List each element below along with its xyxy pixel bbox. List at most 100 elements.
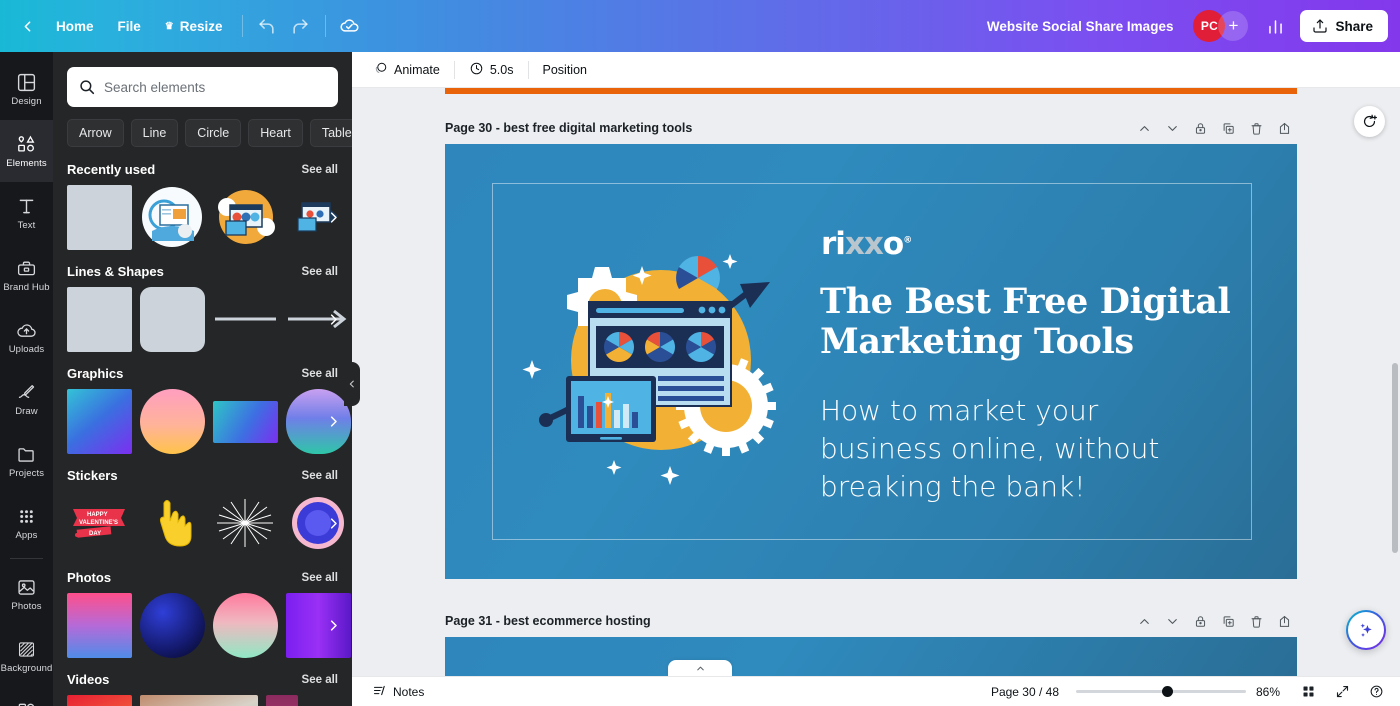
sidebar-item-projects[interactable]: Projects: [0, 430, 53, 492]
element-thumbnail[interactable]: [213, 185, 278, 250]
zoom-slider[interactable]: [1076, 685, 1246, 699]
sidebar-item-background[interactable]: Background: [0, 625, 53, 687]
see-all-link[interactable]: See all: [302, 164, 338, 176]
sidebar-item-text[interactable]: Text: [0, 182, 53, 244]
share-button[interactable]: Share: [1300, 10, 1388, 42]
delete-page-button[interactable]: [1243, 115, 1269, 141]
bottom-bar-right-group: Page 30 / 48 86%: [984, 680, 1388, 704]
cloud-saved-icon[interactable]: [333, 9, 367, 43]
panel-collapse-handle[interactable]: [344, 362, 360, 406]
move-page-up-button[interactable]: [1131, 115, 1157, 141]
scroll-right-arrow[interactable]: [322, 513, 344, 535]
see-all-link[interactable]: See all: [302, 572, 338, 584]
lock-page-button[interactable]: [1187, 115, 1213, 141]
fullscreen-button[interactable]: [1330, 680, 1354, 704]
graphic-thumbnail[interactable]: [213, 401, 278, 443]
canvas-scroll-area[interactable]: Page 30 - best free digital marketing to…: [352, 88, 1400, 676]
move-page-down-button[interactable]: [1159, 608, 1185, 634]
add-collaborator-button[interactable]: +: [1218, 11, 1248, 41]
home-button[interactable]: Home: [44, 12, 106, 41]
page-actions-30: [1131, 115, 1297, 141]
duplicate-page-button[interactable]: [1215, 115, 1241, 141]
rixxo-logo[interactable]: rixxo®: [821, 226, 911, 262]
see-all-link[interactable]: See all: [302, 368, 338, 380]
file-menu-button[interactable]: File: [106, 12, 153, 41]
element-thumbnail[interactable]: [140, 185, 205, 250]
scroll-right-arrow[interactable]: [322, 615, 344, 637]
regenerate-button[interactable]: [1354, 106, 1385, 137]
page-canvas-30[interactable]: rixxo® The Best Free Digital Marketing T…: [445, 144, 1297, 579]
insights-icon[interactable]: [1258, 9, 1292, 43]
chip-circle-category[interactable]: Circle: [185, 119, 241, 147]
chip-line-category[interactable]: Line: [131, 119, 179, 147]
sidebar-item-uploads[interactable]: Uploads: [0, 306, 53, 368]
slide-heading[interactable]: The Best Free Digital Marketing Tools: [820, 282, 1240, 362]
chip-table-category[interactable]: Table: [310, 119, 352, 147]
zoom-knob[interactable]: [1162, 686, 1173, 697]
grid-view-button[interactable]: [1296, 680, 1320, 704]
sidebar-item-label: Elements: [6, 159, 46, 169]
timeline-expand-handle[interactable]: [668, 660, 732, 676]
sidebar-item-photos[interactable]: Photos: [0, 563, 53, 625]
document-title[interactable]: Website Social Share Images: [975, 13, 1186, 40]
lock-page-button[interactable]: [1187, 608, 1213, 634]
scroll-right-arrow[interactable]: [322, 411, 344, 433]
graphic-thumbnail[interactable]: [67, 389, 132, 454]
magic-studio-button[interactable]: [1346, 610, 1386, 650]
sticker-sparkle-burst[interactable]: [213, 491, 278, 556]
add-page-button[interactable]: [1271, 115, 1297, 141]
photo-thumbnail[interactable]: [140, 593, 205, 658]
sidebar-item-elements[interactable]: Elements: [0, 120, 53, 182]
sticker-valentines-banner[interactable]: HAPPY VALENTINE'S DAY: [67, 491, 132, 556]
duplicate-page-button[interactable]: [1215, 608, 1241, 634]
page-canvas-31[interactable]: [445, 637, 1297, 676]
scroll-right-arrow[interactable]: [322, 207, 344, 229]
slide-subheading[interactable]: How to market your business online, with…: [820, 392, 1220, 506]
redo-button[interactable]: [284, 9, 318, 43]
element-thumbnail[interactable]: [67, 185, 132, 250]
help-button[interactable]: [1364, 680, 1388, 704]
video-thumbnail[interactable]: [266, 695, 298, 706]
page-title[interactable]: Page 31 - best ecommerce hosting: [445, 614, 651, 628]
animate-button[interactable]: Animate: [364, 55, 449, 85]
chip-heart-category[interactable]: Heart: [248, 119, 303, 147]
marketing-illustration[interactable]: [518, 238, 808, 488]
shape-line[interactable]: [213, 287, 278, 352]
scrollbar-thumb[interactable]: [1392, 363, 1398, 553]
back-button[interactable]: [10, 9, 44, 43]
video-thumbnail[interactable]: [140, 695, 258, 706]
sidebar-item-brand-hub[interactable]: Brand Hub: [0, 244, 53, 306]
video-thumbnail[interactable]: [67, 695, 132, 706]
shape-square[interactable]: [67, 287, 132, 352]
animate-label: Animate: [394, 63, 440, 77]
undo-button[interactable]: [250, 9, 284, 43]
see-all-link[interactable]: See all: [302, 470, 338, 482]
zoom-percent[interactable]: 86%: [1256, 685, 1286, 699]
see-all-link[interactable]: See all: [302, 266, 338, 278]
page-title[interactable]: Page 30 - best free digital marketing to…: [445, 121, 692, 135]
sidebar-item-apps[interactable]: Apps: [0, 492, 53, 554]
scroll-right-arrow[interactable]: [322, 309, 344, 331]
position-button[interactable]: Position: [534, 57, 596, 83]
photo-thumbnail[interactable]: [213, 593, 278, 658]
chip-arrow-category[interactable]: Arrow: [67, 119, 124, 147]
move-page-up-button[interactable]: [1131, 608, 1157, 634]
shape-rounded-square[interactable]: [140, 287, 205, 352]
sidebar-item-draw[interactable]: Draw: [0, 368, 53, 430]
resize-button[interactable]: ♛ Resize: [153, 12, 235, 41]
move-page-down-button[interactable]: [1159, 115, 1185, 141]
sidebar-item-design[interactable]: Design: [0, 58, 53, 120]
subheading-line-1: How to market your: [820, 392, 1220, 430]
see-all-link[interactable]: See all: [302, 674, 338, 686]
graphic-thumbnail[interactable]: [140, 389, 205, 454]
notes-button[interactable]: Notes: [364, 679, 432, 705]
duration-button[interactable]: 5.0s: [460, 55, 523, 85]
sidebar-item-all-designs[interactable]: All your desi…: [0, 687, 53, 706]
vertical-scrollbar[interactable]: [1392, 98, 1398, 658]
sticker-pointing-hand[interactable]: [140, 491, 205, 556]
photo-thumbnail[interactable]: [67, 593, 132, 658]
add-page-button[interactable]: [1271, 608, 1297, 634]
page-indicator[interactable]: Page 30 / 48: [984, 682, 1066, 702]
search-input[interactable]: [67, 67, 338, 107]
delete-page-button[interactable]: [1243, 608, 1269, 634]
